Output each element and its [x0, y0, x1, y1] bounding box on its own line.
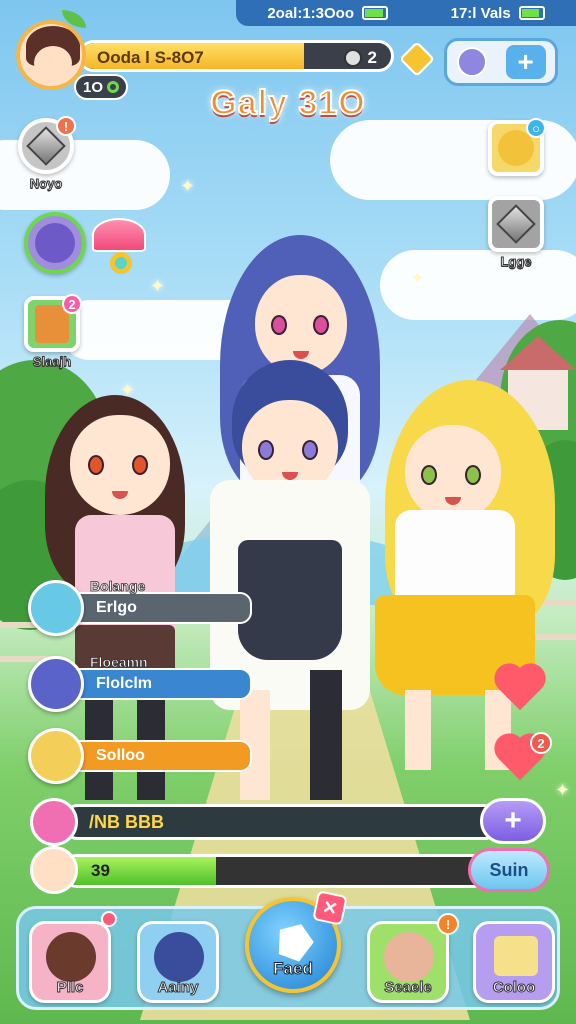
xp-avatar — [30, 846, 78, 894]
player-name-bar[interactable]: Ooda l S-8O7 2 — [78, 40, 394, 72]
sparkle-icon: ✦ — [150, 276, 166, 296]
friend-portrait: ○ — [488, 118, 546, 176]
battery-icon — [518, 6, 545, 20]
character-portrait — [24, 212, 86, 274]
mission-add-button[interactable]: + — [480, 798, 546, 844]
alert-badge: ! — [437, 913, 459, 935]
side-icon-lgge[interactable]: Lgge — [488, 196, 544, 270]
alert-badge: ! — [56, 116, 76, 136]
party-avatar — [28, 656, 84, 712]
xp-value: 39 — [91, 861, 110, 880]
mission-bar[interactable]: /NB BBB — [60, 804, 502, 840]
icon-frame — [488, 196, 544, 252]
icon-frame: ! — [18, 116, 76, 174]
party-name-bar: Erlgo — [72, 592, 252, 624]
cake-icon — [494, 936, 538, 976]
sparkle-icon: ✦ — [180, 176, 196, 196]
party-name: Erlgo — [96, 599, 137, 616]
sparkle-icon: ✦ — [410, 268, 426, 288]
spin-button[interactable]: Suin — [468, 848, 550, 892]
nav-seaele[interactable]: Seaele — [367, 921, 449, 1003]
game-title: Galy 31O — [209, 83, 366, 123]
party-name-bar: Solloo — [72, 740, 252, 772]
mission-avatar — [30, 798, 78, 846]
close-badge-icon: ✕ — [312, 890, 348, 926]
player-name: Ooda l S-8O7 — [97, 48, 204, 67]
nav-label: Pllc — [56, 979, 84, 997]
xp-bar-fill — [63, 857, 216, 885]
side-icon-friend[interactable]: ○ — [488, 118, 546, 176]
side-icon-noyo[interactable]: ! Noyo — [18, 116, 76, 192]
nav-coloo[interactable]: Coloo — [473, 921, 555, 1003]
notification-badge: 2 — [62, 294, 82, 314]
side-icon-label: Lgge — [500, 254, 532, 270]
nav-faed[interactable]: Faed ✕ — [245, 890, 348, 993]
party-name: Solloo — [96, 747, 145, 764]
ring-badge: ○ — [526, 118, 546, 138]
currency-value: 2 — [367, 48, 377, 67]
nav-pllc[interactable]: Pllc — [29, 921, 111, 1003]
crystal-icon — [272, 918, 318, 964]
spin-label: Suin — [489, 859, 529, 880]
xp-bar: 39 — [60, 854, 490, 888]
mission-text: /NB BBB — [89, 811, 164, 832]
friend-avatar — [456, 47, 487, 77]
party-name: Flolclm — [96, 675, 153, 692]
party-member-2[interactable]: Flolclm Floeamn — [28, 654, 252, 712]
hearts-badge: 2 — [530, 732, 552, 754]
party-member-1[interactable]: Erlgo Bolange — [28, 578, 252, 636]
status-bar: 2oal:1:3Ooo 17:l Vals — [236, 0, 576, 26]
mission-row: /NB BBB + — [30, 798, 546, 846]
party-subtitle: Bolange — [90, 578, 146, 595]
party-name-bar: Flolclm — [72, 668, 252, 700]
side-icon-slaajh[interactable]: 2 Slaajh — [24, 294, 82, 370]
side-icon-label: Slaajh — [32, 354, 72, 370]
status-right-text: 17:l Vals — [450, 4, 511, 22]
xp-row: 39 Suin — [30, 846, 550, 896]
nav-label: Aainy — [157, 979, 199, 997]
party-avatar — [28, 580, 84, 636]
status-left-text: 2oal:1:3Ooo — [267, 4, 354, 22]
party-member-3[interactable]: Solloo — [28, 728, 252, 784]
side-icon-label: Noyo — [29, 176, 63, 192]
party-avatar — [28, 728, 84, 784]
sparkle-icon: ✦ — [555, 780, 571, 800]
coin-icon — [343, 49, 362, 67]
side-icon-character[interactable] — [24, 212, 86, 274]
plus-icon: + — [505, 45, 546, 79]
nav-label: Seaele — [384, 979, 433, 997]
party-subtitle: Floeamn — [90, 654, 148, 671]
icon-frame: 2 — [24, 294, 82, 352]
fan-item-icon[interactable] — [92, 218, 148, 274]
notification-dot — [101, 911, 117, 927]
nav-aainy[interactable]: Aainy — [137, 921, 219, 1003]
currency-display: 2 — [343, 48, 377, 68]
add-friend-button[interactable]: + — [444, 38, 558, 86]
nav-label: Coloo — [492, 979, 536, 997]
bottom-nav: Pllc Aainy Faed ✕ Seaele ! Coloo — [16, 890, 560, 1010]
battery-icon — [362, 6, 388, 20]
crystal-icon — [496, 204, 536, 244]
nav-label: Faed — [273, 959, 314, 979]
